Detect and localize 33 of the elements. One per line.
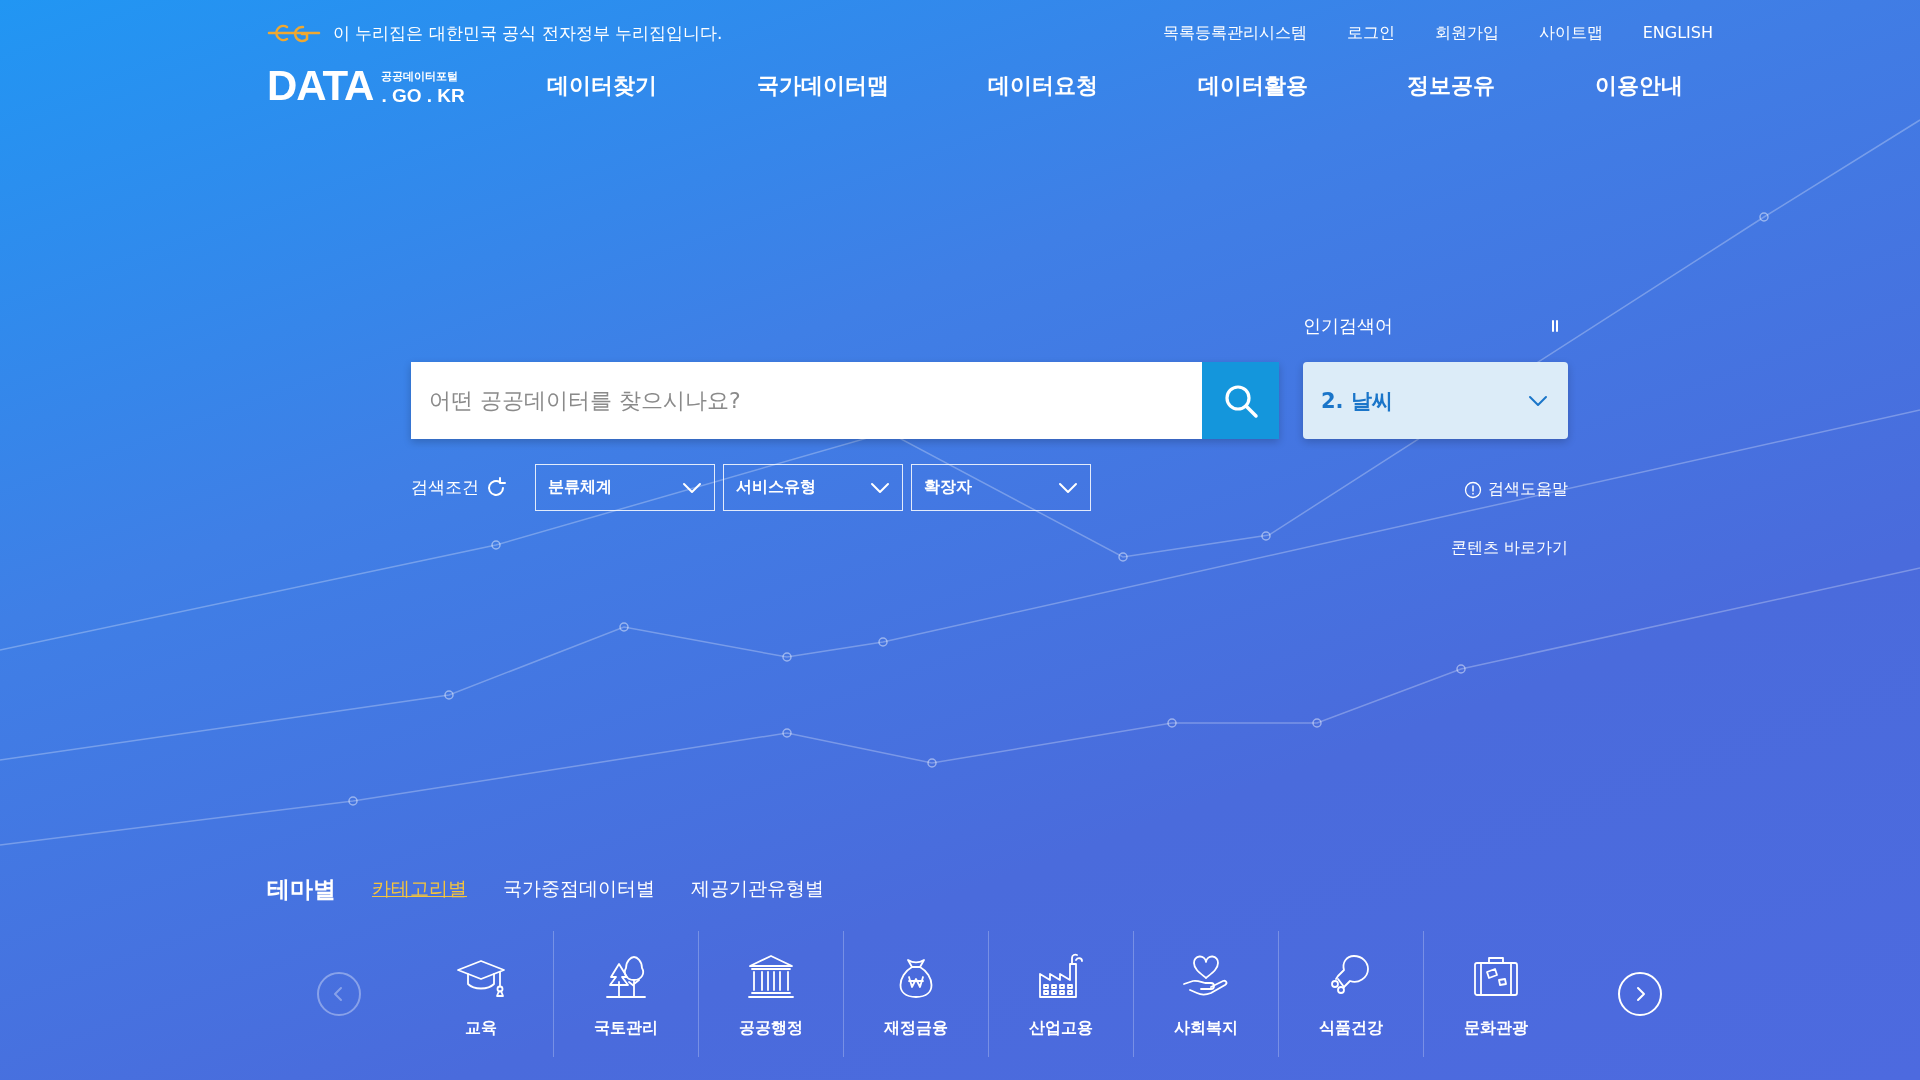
search-help-link[interactable]: 검색도움말	[1464, 479, 1568, 500]
category-item[interactable]: 식품건강	[1278, 931, 1423, 1057]
category-item[interactable]: 사회복지	[1133, 931, 1278, 1057]
header-link[interactable]: 목록등록관리시스템	[1162, 22, 1307, 44]
header-link[interactable]: 로그인	[1346, 22, 1395, 44]
search-condition-label: 검색조건	[411, 476, 479, 499]
nav-menu-item[interactable]: 국가데이터맵	[756, 71, 889, 101]
filter-dropdown[interactable]: 확장자	[911, 464, 1091, 511]
gov-notice: 이 누리집은 대한민국 공식 전자정부 누리집입니다.	[333, 21, 723, 45]
category-item[interactable]: 공공행정	[698, 931, 843, 1057]
theme-tab[interactable]: 카테고리별	[372, 876, 467, 902]
category-item[interactable]: 교육	[408, 931, 553, 1057]
popular-search-dropdown[interactable]: 2. 날씨	[1303, 362, 1568, 439]
header-link[interactable]: 사이트맵	[1538, 22, 1603, 44]
category-item[interactable]: 산업고용	[988, 931, 1133, 1057]
nav-menu-item[interactable]: 데이터요청	[988, 71, 1099, 101]
popular-search-label: 인기검색어	[1303, 314, 1393, 338]
category-item[interactable]: 재정금융	[843, 931, 988, 1057]
theme-tab[interactable]: 제공기관유형별	[691, 876, 824, 902]
header-link[interactable]: 회원가입	[1434, 22, 1499, 44]
category-item[interactable]: 국토관리	[553, 931, 698, 1057]
content-shortcut-link[interactable]: 콘텐츠 바로가기	[1450, 538, 1568, 559]
theme-heading: 테마별	[267, 874, 336, 904]
filter-dropdown[interactable]: 서비스유형	[723, 464, 903, 511]
header-link[interactable]: ENGLISH	[1642, 22, 1713, 44]
search-field[interactable]: 어떤 공공데이터를 찾으시나요?	[411, 362, 1202, 439]
filter-dropdown[interactable]: 분류체계	[535, 464, 715, 511]
nav-menu-item[interactable]: 데이터활용	[1197, 71, 1308, 101]
nav-menu-item[interactable]: 정보공유	[1407, 71, 1496, 101]
nav-menu-item[interactable]: 이용안내	[1594, 71, 1683, 101]
category-item[interactable]: 문화관광	[1423, 931, 1568, 1057]
nav-menu-item[interactable]: 데이터찾기	[547, 71, 657, 101]
theme-tab[interactable]: 국가중점데이터별	[503, 876, 655, 902]
